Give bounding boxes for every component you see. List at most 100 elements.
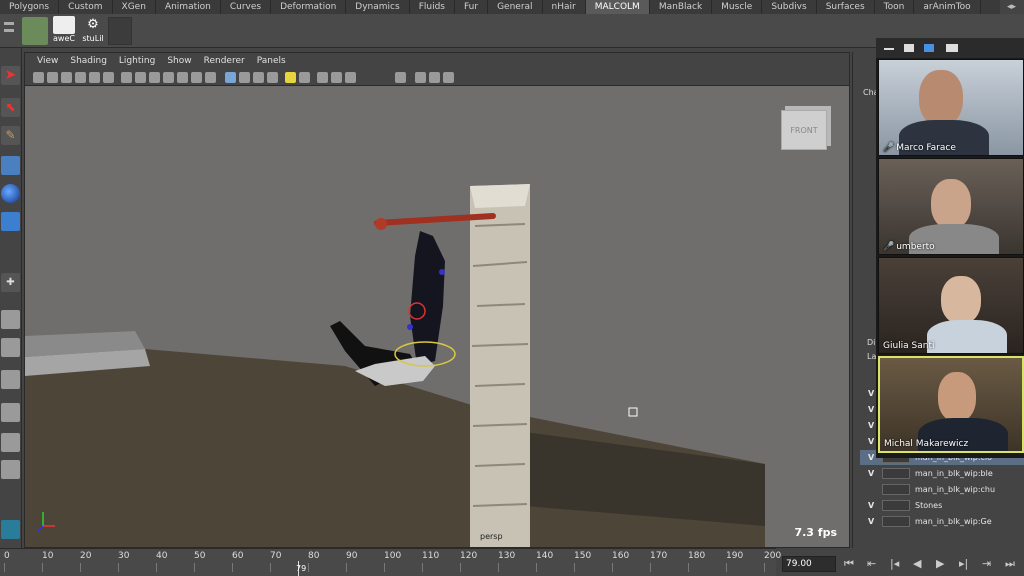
shelf-tab-muscle[interactable]: Muscle	[712, 0, 763, 14]
panel-menu-shading[interactable]: Shading	[64, 53, 113, 69]
select-tool-icon[interactable]: ➤	[1, 66, 20, 85]
shelf-menu-icon[interactable]	[2, 18, 16, 44]
layer-row[interactable]: V Stones	[860, 498, 1024, 513]
step-back-frame-icon[interactable]: |◂	[890, 557, 899, 570]
default-light-icon[interactable]	[285, 72, 296, 83]
grid-icon[interactable]	[121, 72, 132, 83]
smooth-shade-icon[interactable]	[239, 72, 250, 83]
layer-row[interactable]: Vman_in_blk_wip:Ge	[860, 514, 1024, 529]
shelf-tab-nhair[interactable]: nHair	[543, 0, 586, 14]
go-to-end-icon[interactable]: ⏭	[1005, 557, 1015, 571]
ambient-occlusion-icon[interactable]	[317, 72, 328, 83]
layer-visibility-toggle[interactable]: V	[868, 466, 874, 481]
panel-menu-lighting[interactable]: Lighting	[113, 53, 161, 69]
bookmark-icon[interactable]	[61, 72, 72, 83]
shelf-thumb-icon[interactable]	[22, 17, 48, 45]
camera-select-icon[interactable]	[33, 72, 44, 83]
play-forward-icon[interactable]: ▶	[936, 557, 944, 570]
wireframe-icon[interactable]	[225, 72, 236, 83]
shelf-button-stulil[interactable]: ⚙ stuLil	[78, 16, 108, 46]
layer-visibility-toggle[interactable]: V	[868, 450, 874, 465]
isolate-select-icon[interactable]	[395, 72, 406, 83]
xray-active-icon[interactable]	[443, 72, 454, 83]
layer-visibility-toggle[interactable]: V	[868, 402, 874, 417]
resolution-gate-icon[interactable]	[149, 72, 160, 83]
shelf-tab-custom[interactable]: Custom	[59, 0, 113, 14]
shadows-icon[interactable]	[299, 72, 310, 83]
autodesk-app-icon[interactable]	[1, 520, 20, 539]
paint-tool-icon[interactable]: ✎	[1, 126, 20, 145]
step-back-key-icon[interactable]: ⇤	[867, 557, 876, 570]
lasso-tool-icon[interactable]: ⬉	[1, 98, 20, 117]
scale-tool-icon[interactable]	[1, 212, 20, 231]
viewcube[interactable]: FRONT	[781, 110, 827, 150]
participant-tile-2[interactable]: 🎤 umberto	[878, 158, 1024, 255]
layout-graph-icon[interactable]	[1, 433, 20, 452]
shelf-tab-curves[interactable]: Curves	[221, 0, 272, 14]
layer-visibility-toggle[interactable]: V	[868, 514, 874, 529]
manipulator-tool-icon[interactable]: ✚	[1, 273, 20, 292]
layer-playback-toggle[interactable]	[882, 516, 910, 527]
step-forward-frame-icon[interactable]: ▸|	[959, 557, 968, 570]
current-frame-field[interactable]: 79.00	[782, 556, 836, 572]
3d-viewport[interactable]: FRONT persp 7.3 fps	[25, 86, 849, 547]
layer-visibility-toggle[interactable]: V	[868, 418, 874, 433]
layer-visibility-toggle[interactable]: V	[868, 386, 874, 401]
layout-two-icon[interactable]	[1, 370, 20, 389]
shelf-tab-dynamics[interactable]: Dynamics	[346, 0, 410, 14]
camera-attr-icon[interactable]	[47, 72, 58, 83]
rotate-tool-icon[interactable]	[1, 184, 20, 203]
shelf-tab-fur[interactable]: Fur	[455, 0, 489, 14]
anti-aliasing-icon[interactable]	[345, 72, 356, 83]
motion-blur-icon[interactable]	[331, 72, 342, 83]
film-gate-icon[interactable]	[135, 72, 146, 83]
layout-single-icon[interactable]	[1, 310, 20, 329]
fullscreen-icon[interactable]	[946, 44, 958, 52]
shelf-button-awec[interactable]: aweC	[50, 16, 78, 46]
display-tab[interactable]: Di	[867, 338, 875, 347]
panel-menu-view[interactable]: View	[31, 53, 64, 69]
field-chart-icon[interactable]	[177, 72, 188, 83]
shelf-scroll-arrows[interactable]: ◂▸	[1007, 0, 1016, 14]
image-plane-icon[interactable]	[75, 72, 86, 83]
layer-tab[interactable]: La	[867, 352, 876, 361]
shelf-tab-xgen[interactable]: XGen	[113, 0, 156, 14]
bounding-box-icon[interactable]	[253, 72, 264, 83]
xray-icon[interactable]	[415, 72, 426, 83]
shelf-tab-deformation[interactable]: Deformation	[271, 0, 347, 14]
layer-visibility-toggle[interactable]: V	[868, 434, 874, 449]
2d-pan-icon[interactable]	[89, 72, 100, 83]
time-slider[interactable]: 0 10 20 30 40 50 60 70 80 90 100 110 120 130 140 150 160…	[0, 548, 781, 576]
participant-tile-3[interactable]: Giulia Santi	[878, 257, 1024, 354]
play-back-icon[interactable]: ◀	[913, 557, 921, 570]
panel-menu-panels[interactable]: Panels	[251, 53, 292, 69]
layer-playback-toggle[interactable]	[882, 468, 910, 479]
layer-playback-toggle[interactable]	[882, 484, 910, 495]
shelf-tab-toon[interactable]: Toon	[875, 0, 915, 14]
grid-view-icon[interactable]	[924, 44, 934, 52]
shelf-tab-malcolm[interactable]: MALCOLM	[585, 0, 650, 14]
shelf-tab-animation[interactable]: Animation	[156, 0, 221, 14]
layer-row[interactable]: man_in_blk_wip:chu	[860, 482, 1024, 497]
participant-tile-1[interactable]: 🎤 Marco Farace	[878, 59, 1024, 156]
layer-visibility-toggle[interactable]: V	[868, 498, 874, 513]
gate-mask-icon[interactable]	[163, 72, 174, 83]
shelf-tab-manblack[interactable]: ManBlack	[650, 0, 713, 14]
textured-icon[interactable]	[267, 72, 278, 83]
shelf-empty-slot[interactable]	[108, 17, 132, 45]
move-tool-icon[interactable]	[1, 156, 20, 175]
layout-persp-outliner-icon[interactable]	[1, 403, 20, 422]
layout-hypershade-icon[interactable]	[1, 460, 20, 479]
safe-title-icon[interactable]	[205, 72, 216, 83]
minimize-icon[interactable]	[884, 48, 894, 50]
panel-menu-renderer[interactable]: Renderer	[198, 53, 251, 69]
safe-action-icon[interactable]	[191, 72, 202, 83]
go-to-start-icon[interactable]: ⏮	[844, 557, 854, 571]
shelf-tab-subdivs[interactable]: Subdivs	[762, 0, 817, 14]
layout-four-icon[interactable]	[1, 338, 20, 357]
shelf-tab-aranimtoo[interactable]: arAnimToo	[914, 0, 981, 14]
single-view-icon[interactable]	[904, 44, 914, 52]
grease-pencil-icon[interactable]	[103, 72, 114, 83]
shelf-tab-general[interactable]: General	[488, 0, 543, 14]
layer-row[interactable]: Vman_in_blk_wip:ble	[860, 466, 1024, 481]
